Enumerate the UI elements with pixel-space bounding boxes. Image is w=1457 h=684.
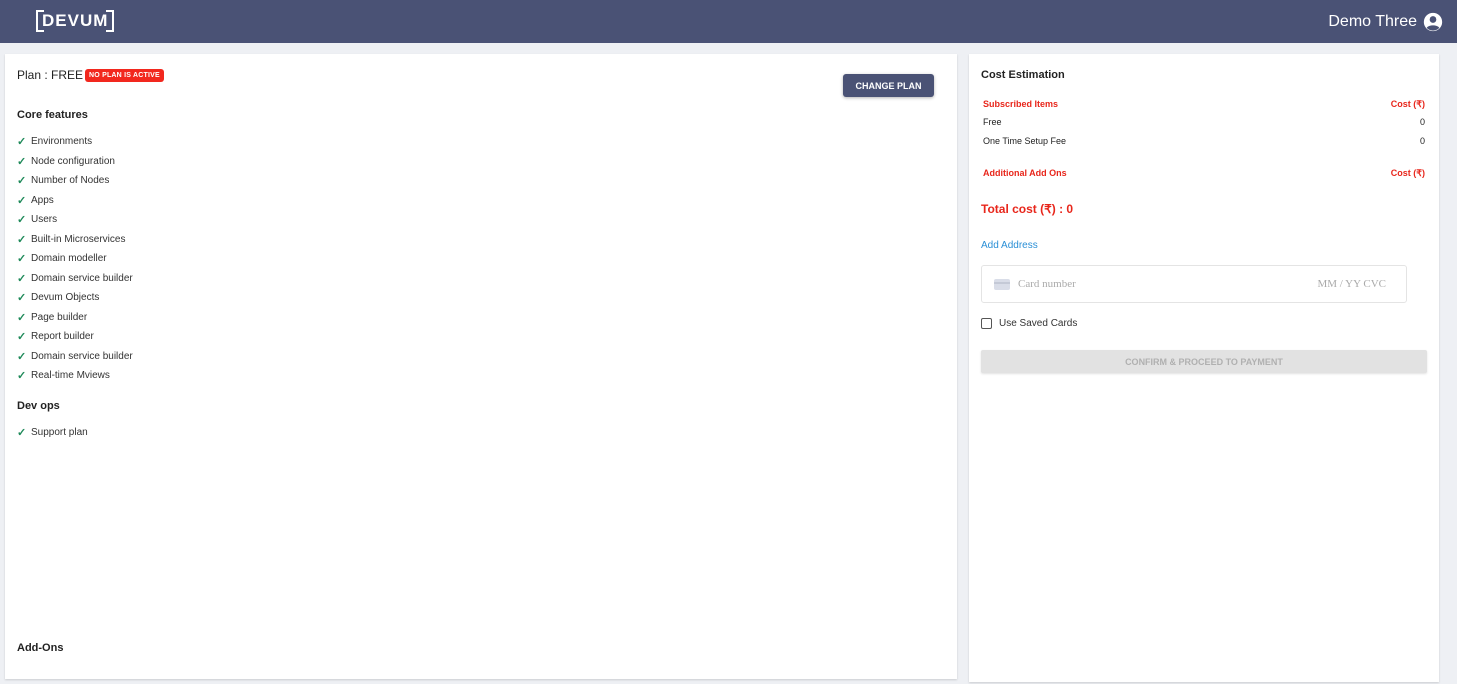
cost-estimation-title: Cost Estimation: [981, 69, 1065, 81]
feature-label: Users: [31, 214, 58, 226]
use-saved-cards-label: Use Saved Cards: [999, 318, 1078, 329]
devum-logo[interactable]: DEVUM: [36, 10, 115, 32]
check-icon: ✓: [17, 214, 27, 227]
check-icon: ✓: [17, 292, 27, 305]
dev-ops-list: ✓ Support plan: [17, 423, 88, 443]
plan-row: Plan : FREE NO PLAN IS ACTIVE: [17, 68, 164, 82]
check-icon: ✓: [17, 136, 27, 149]
add-address-link[interactable]: Add Address: [981, 240, 1038, 251]
feature-label: Devum Objects: [31, 292, 100, 304]
feature-item: ✓ Domain service builder: [17, 347, 133, 367]
feature-label: Number of Nodes: [31, 175, 110, 187]
feature-label: Domain service builder: [31, 350, 133, 362]
feature-label: Apps: [31, 194, 54, 206]
check-icon: ✓: [17, 370, 27, 383]
check-icon: ✓: [17, 331, 27, 344]
plan-panel: Plan : FREE NO PLAN IS ACTIVE CHANGE PLA…: [5, 54, 957, 679]
confirm-proceed-payment-button[interactable]: CONFIRM & PROCEED TO PAYMENT: [981, 350, 1427, 373]
change-plan-button[interactable]: CHANGE PLAN: [843, 74, 934, 97]
feature-label: Built-in Microservices: [31, 233, 126, 245]
feature-item: ✓ Environments: [17, 132, 133, 152]
status-badge: NO PLAN IS ACTIVE: [85, 68, 164, 82]
card-input[interactable]: Card number MM / YY CVC: [981, 265, 1407, 303]
check-icon: ✓: [17, 272, 27, 285]
dev-ops-title: Dev ops: [17, 400, 60, 412]
card-expiry-cvc-placeholder[interactable]: MM / YY CVC: [1317, 278, 1386, 290]
feature-item: ✓ Domain modeller: [17, 249, 133, 269]
feature-item: ✓ Page builder: [17, 308, 133, 328]
feature-label: Domain modeller: [31, 253, 107, 265]
cost-estimation-panel: Cost Estimation Subscribed Items Cost (₹…: [969, 54, 1439, 682]
check-icon: ✓: [17, 175, 27, 188]
feature-item: ✓ Node configuration: [17, 152, 133, 172]
addons-header-row: Additional Add Ons Cost (₹): [983, 168, 1425, 179]
feature-item: ✓ Number of Nodes: [17, 171, 133, 191]
core-features-list: ✓ Environments ✓ Node configuration ✓ Number …: [17, 132, 133, 386]
add-ons-title: Add-Ons: [17, 642, 64, 654]
additional-add-ons-header: Additional Add Ons: [983, 168, 1067, 178]
logo-text: DEVUM: [42, 11, 109, 30]
subscribed-header-row: Subscribed Items Cost (₹): [983, 99, 1425, 110]
check-icon: ✓: [17, 253, 27, 266]
cost-item-name: Free: [983, 117, 1002, 127]
feature-label: Report builder: [31, 331, 94, 343]
user-menu[interactable]: Demo Three: [1328, 10, 1443, 34]
cost-row-free: Free 0: [983, 117, 1425, 127]
cost-item-value: 0: [1419, 117, 1425, 127]
card-number-placeholder[interactable]: Card number: [1018, 278, 1317, 290]
feature-item: ✓ Real-time Mviews: [17, 366, 133, 386]
use-saved-cards-checkbox[interactable]: [981, 318, 992, 329]
check-icon: ✓: [17, 350, 27, 363]
check-icon: ✓: [17, 233, 27, 246]
feature-label: Support plan: [31, 427, 88, 439]
use-saved-cards-row[interactable]: Use Saved Cards: [981, 318, 1077, 329]
core-features-title: Core features: [17, 109, 88, 121]
check-icon: ✓: [17, 194, 27, 207]
subscribed-items-header: Subscribed Items: [983, 99, 1059, 109]
check-icon: ✓: [17, 311, 27, 324]
total-cost: Total cost (₹) : 0: [981, 202, 1074, 216]
feature-item: ✓ Report builder: [17, 327, 133, 347]
user-name: Demo Three: [1328, 13, 1417, 30]
feature-item: ✓ Built-in Microservices: [17, 230, 133, 250]
feature-label: Domain service builder: [31, 272, 133, 284]
cost-row-setup-fee: One Time Setup Fee 0: [983, 136, 1425, 146]
feature-item: ✓ Support plan: [17, 423, 88, 443]
feature-label: Node configuration: [31, 155, 115, 167]
plan-label: Plan : FREE: [17, 68, 84, 82]
feature-label: Environments: [31, 136, 93, 148]
account-circle-icon[interactable]: [1423, 12, 1443, 32]
feature-item: ✓ Devum Objects: [17, 288, 133, 308]
feature-item: ✓ Users: [17, 210, 133, 230]
feature-label: Real-time Mviews: [31, 370, 110, 382]
check-icon: ✓: [17, 427, 27, 440]
cost-header: Cost (₹): [1390, 99, 1425, 109]
cost-item-name: One Time Setup Fee: [983, 136, 1067, 146]
addons-cost-header: Cost (₹): [1390, 168, 1425, 178]
credit-card-icon: [994, 278, 1010, 290]
check-icon: ✓: [17, 155, 27, 168]
feature-item: ✓ Apps: [17, 191, 133, 211]
cost-item-value: 0: [1419, 136, 1425, 146]
feature-label: Page builder: [31, 311, 88, 323]
feature-item: ✓ Domain service builder: [17, 269, 133, 289]
top-navbar: DEVUM Demo Three: [0, 0, 1457, 43]
